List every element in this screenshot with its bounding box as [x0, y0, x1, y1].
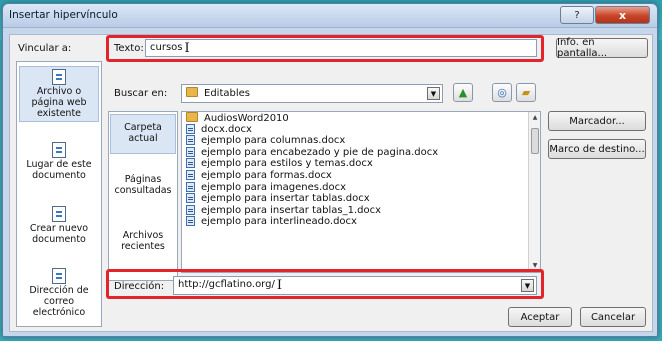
link-new-document-label: Crear nuevo documento — [29, 223, 89, 245]
link-email-label: Dirección de correo electrónico — [29, 285, 89, 318]
list-item[interactable]: ejemplo para imagenes.docx — [182, 181, 540, 194]
nav-browsed-pages-label: Páginas consultadas — [114, 174, 172, 196]
link-to-label: Vincular a: — [18, 43, 72, 54]
file-name: AudiosWord2010 — [204, 113, 289, 124]
list-item[interactable]: ejemplo para formas.docx — [182, 169, 540, 182]
list-item[interactable]: ejemplo para insertar tablas.docx — [182, 193, 540, 205]
link-place-label: Lugar de este documento — [26, 159, 92, 181]
file-name: ejemplo para interlineado.docx — [201, 216, 357, 228]
word-document-icon — [186, 123, 195, 134]
folder-icon — [186, 87, 198, 97]
insert-hyperlink-dialog: Insertar hipervínculo ? x Vincular a: Ar… — [2, 3, 658, 337]
browse-file-button[interactable]: ▰ — [516, 83, 536, 102]
close-icon: x — [618, 8, 627, 22]
file-name: ejemplo para encabezado y pie de pagina.… — [201, 146, 439, 158]
word-document-icon — [186, 181, 195, 192]
ok-button[interactable]: Aceptar — [508, 307, 572, 327]
open-folder-icon: ▰ — [521, 86, 531, 99]
nav-browsed-pages[interactable]: Páginas consultadas — [110, 174, 176, 196]
look-in-value: Editables — [204, 88, 250, 99]
list-item[interactable]: docx.docx — [182, 123, 540, 136]
dropdown-arrow-icon: ▼ — [427, 87, 440, 100]
file-name: docx.docx — [201, 123, 252, 135]
title-bar: Insertar hipervínculo ? x — [3, 4, 657, 28]
list-item[interactable]: ejemplo para insertar tablas_1.docx — [182, 204, 540, 217]
list-item[interactable]: ejemplo para encabezado y pie de pagina.… — [182, 146, 540, 159]
new-document-icon — [52, 206, 66, 222]
window-title: Insertar hipervínculo — [9, 9, 118, 21]
help-button[interactable]: ? — [560, 6, 594, 24]
file-name: ejemplo para estilos y temas.docx — [201, 158, 373, 170]
list-item[interactable]: ejemplo para columnas.docx — [182, 135, 540, 147]
highlight-text-field — [106, 35, 544, 62]
scroll-thumb[interactable] — [531, 128, 539, 154]
browse-web-button[interactable]: ◎ — [492, 83, 512, 102]
link-email-address[interactable]: Dirección de correo electrónico — [19, 266, 99, 322]
look-in-dropdown[interactable]: Editables ▼ — [181, 84, 443, 103]
document-place-icon — [52, 142, 66, 158]
link-create-new-document[interactable]: Crear nuevo documento — [19, 204, 99, 248]
word-document-icon — [186, 146, 195, 157]
list-item[interactable]: ejemplo para estilos y temas.docx — [182, 158, 540, 170]
file-name: ejemplo para imagenes.docx — [201, 181, 347, 193]
link-existing-file-or-web-page[interactable]: Archivo o página web existente — [19, 66, 99, 122]
up-folder-icon: ▲ — [458, 86, 468, 99]
nav-current-folder[interactable]: Carpeta actual — [110, 114, 176, 154]
file-name: ejemplo para formas.docx — [201, 169, 332, 181]
up-one-folder-button[interactable]: ▲ — [453, 83, 473, 102]
word-document-icon — [186, 193, 195, 204]
target-frame-button[interactable]: Marco de destino... — [548, 139, 646, 159]
word-document-icon — [186, 158, 195, 169]
word-document-icon — [186, 204, 195, 215]
folder-icon — [186, 112, 198, 122]
link-existing-file-label: Archivo o página web existente — [31, 86, 87, 119]
file-list[interactable]: AudiosWord2010 docx.docx ejemplo para co… — [181, 111, 541, 273]
help-icon: ? — [574, 9, 580, 21]
list-item[interactable]: AudiosWord2010 — [182, 112, 540, 124]
nav-recent-files[interactable]: Archivos recientes — [110, 230, 176, 252]
word-document-icon — [186, 169, 195, 180]
scroll-up-icon[interactable]: ▲ — [529, 112, 540, 124]
cancel-button[interactable]: Cancelar — [580, 307, 646, 327]
link-place-in-document[interactable]: Lugar de este documento — [19, 140, 99, 184]
list-item[interactable]: ejemplo para interlineado.docx — [182, 216, 540, 228]
look-in-nav: Carpeta actual Páginas consultadas Archi… — [108, 111, 178, 281]
dialog-body: Vincular a: Archivo o página web existen… — [9, 34, 653, 332]
nav-recent-files-label: Archivos recientes — [121, 230, 165, 252]
link-to-sidebar: Archivo o página web existente Lugar de … — [16, 61, 102, 327]
file-list-scrollbar[interactable]: ▲ ▼ — [528, 112, 540, 272]
highlight-address-field — [106, 269, 544, 299]
close-button[interactable]: x — [595, 6, 650, 24]
nav-current-folder-label: Carpeta actual — [124, 122, 162, 144]
file-name: ejemplo para insertar tablas_1.docx — [201, 204, 382, 216]
word-document-icon — [186, 135, 195, 146]
web-page-icon — [52, 69, 66, 85]
file-name: ejemplo para columnas.docx — [201, 135, 346, 147]
word-document-icon — [186, 216, 195, 227]
look-in-label: Buscar en: — [114, 88, 168, 99]
email-icon — [52, 268, 66, 284]
browse-web-icon: ◎ — [497, 86, 507, 99]
file-name: ejemplo para insertar tablas.docx — [201, 193, 370, 205]
screentip-button[interactable]: Info. en pantalla... — [556, 37, 648, 59]
bookmark-button[interactable]: Marcador... — [548, 111, 646, 131]
